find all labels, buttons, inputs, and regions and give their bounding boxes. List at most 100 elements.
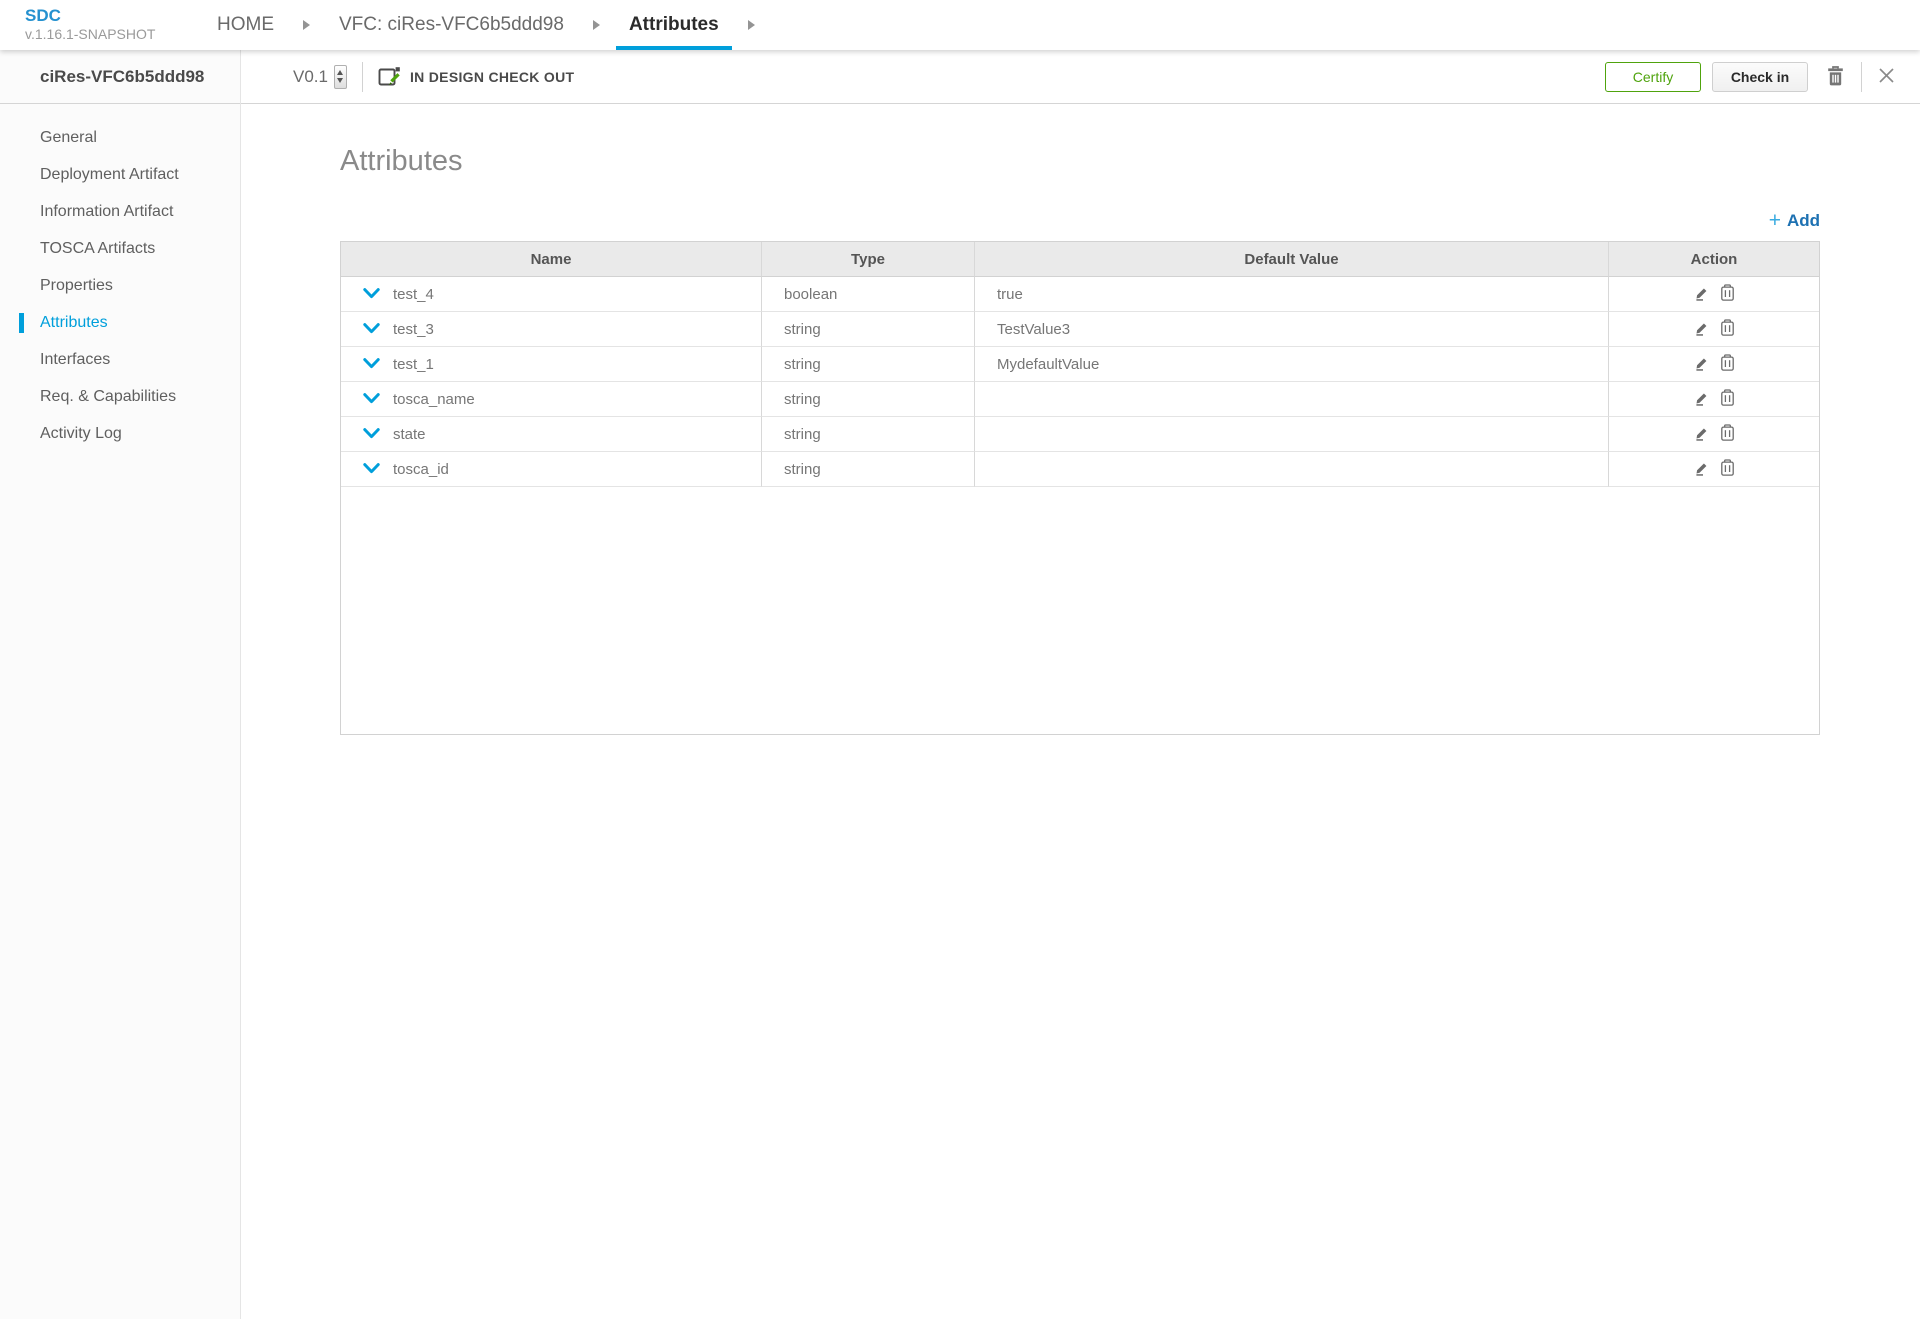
trash-icon [1720,319,1735,339]
edit-attribute-button[interactable] [1694,390,1710,409]
column-header-action: Action [1609,242,1819,277]
chevron-down-icon [363,427,380,442]
attribute-name: tosca_id [393,461,449,478]
attributes-table: NameTypeDefault ValueAction test_4boolea… [340,241,1820,735]
sidebar-item-interfaces[interactable]: Interfaces [0,341,240,378]
sidebar: ciRes-VFC6b5ddd98 GeneralDeployment Arti… [0,50,241,1319]
column-header-name: Name [341,242,762,277]
trash-icon [1720,389,1735,409]
version-label: V0.1 [293,67,328,87]
sidebar-item-activity-log[interactable]: Activity Log [0,415,240,452]
breadcrumb-item-attributes[interactable]: Attributes [627,0,721,50]
add-row: + Add [340,209,1820,233]
breadcrumb-label: VFC: ciRes-VFC6b5ddd98 [339,14,564,36]
toolbar-divider [1861,62,1862,92]
cell-type: string [762,347,975,382]
breadcrumb-label: HOME [217,14,274,36]
pencil-icon [1694,425,1710,444]
toolbar-divider [362,62,363,92]
toolbar-actions: Certify Check in [1605,62,1920,92]
delete-attribute-button[interactable] [1720,459,1735,479]
expand-row-button[interactable] [363,322,380,337]
add-attribute-button[interactable]: + Add [1769,211,1820,231]
sidebar-item-properties[interactable]: Properties [0,267,240,304]
version-spinner[interactable] [334,65,347,89]
attribute-name: tosca_name [393,391,475,408]
expand-row-button[interactable] [363,357,380,372]
trash-icon [1720,424,1735,444]
toolbar: V0.1 IN DESIGN CHECK OUT Certify Check i… [241,50,1920,104]
app-logo-text: SDC [25,6,215,26]
delete-component-button[interactable] [1826,65,1845,89]
table-row-test-1: test_1 stringMydefaultValue [341,347,1819,382]
edit-attribute-button[interactable] [1694,425,1710,444]
spinner-up-icon[interactable] [337,70,343,75]
cell-action [1609,277,1819,312]
cell-action [1609,382,1819,417]
expand-row-button[interactable] [363,462,380,477]
cell-name: test_3 [341,312,762,347]
trash-icon [1720,354,1735,374]
breadcrumb-arrow-icon [593,20,600,30]
table-empty-area [341,487,1819,734]
chevron-down-icon [363,287,380,302]
sidebar-item-req-capabilities[interactable]: Req. & Capabilities [0,378,240,415]
app-logo: SDC v.1.16.1-SNAPSHOT [0,0,215,50]
column-header-default-value: Default Value [975,242,1609,277]
attribute-name: test_1 [393,356,434,373]
chevron-down-icon [363,357,380,372]
cell-default-value: MydefaultValue [975,347,1609,382]
sidebar-menu: GeneralDeployment ArtifactInformation Ar… [0,104,240,452]
cell-default-value: true [975,277,1609,312]
expand-row-button[interactable] [363,287,380,302]
delete-attribute-button[interactable] [1720,354,1735,374]
column-header-type: Type [762,242,975,277]
close-button[interactable] [1878,67,1895,87]
edit-attribute-button[interactable] [1694,285,1710,304]
cell-action [1609,347,1819,382]
table-row-tosca-name: tosca_namestring [341,382,1819,417]
pencil-icon [1694,390,1710,409]
certify-button[interactable]: Certify [1605,62,1701,92]
breadcrumb-item-home[interactable]: HOME [215,0,276,50]
cell-type: string [762,452,975,487]
cell-name: test_4 [341,277,762,312]
component-name: ciRes-VFC6b5ddd98 [40,67,204,87]
breadcrumb-arrow-icon [303,20,310,30]
breadcrumb-arrow-icon [748,20,755,30]
trash-icon [1720,284,1735,304]
app-version: v.1.16.1-SNAPSHOT [25,26,215,43]
breadcrumb-item-vfc-cires-vfc6b5ddd98[interactable]: VFC: ciRes-VFC6b5ddd98 [337,0,566,50]
sidebar-item-deployment-artifact[interactable]: Deployment Artifact [0,156,240,193]
table-row-state: statestring [341,417,1819,452]
sidebar-item-tosca-artifacts[interactable]: TOSCA Artifacts [0,230,240,267]
delete-attribute-button[interactable] [1720,284,1735,304]
cell-action [1609,417,1819,452]
delete-attribute-button[interactable] [1720,319,1735,339]
edit-attribute-button[interactable] [1694,355,1710,374]
delete-attribute-button[interactable] [1720,389,1735,409]
page-title: Attributes [340,143,1820,179]
attribute-name: state [393,426,426,443]
cell-name: state [341,417,762,452]
expand-row-button[interactable] [363,427,380,442]
pencil-icon [1694,460,1710,479]
edit-attribute-button[interactable] [1694,460,1710,479]
sidebar-item-information-artifact[interactable]: Information Artifact [0,193,240,230]
chevron-down-icon [363,322,380,337]
table-row-test-3: test_3stringTestValue3 [341,312,1819,347]
check-in-button[interactable]: Check in [1712,62,1808,92]
spinner-down-icon[interactable] [337,78,343,83]
expand-row-button[interactable] [363,392,380,407]
cell-default-value [975,417,1609,452]
attribute-name: test_3 [393,321,434,338]
add-label: Add [1787,211,1820,231]
cell-type: string [762,312,975,347]
lifecycle-status: IN DESIGN CHECK OUT [410,69,574,85]
sidebar-item-general[interactable]: General [0,119,240,156]
delete-attribute-button[interactable] [1720,424,1735,444]
attributes-page: Attributes + Add NameTypeDefault ValueAc… [241,104,1920,1319]
attribute-name: test_4 [393,286,434,303]
sidebar-item-attributes[interactable]: Attributes [0,304,240,341]
edit-attribute-button[interactable] [1694,320,1710,339]
